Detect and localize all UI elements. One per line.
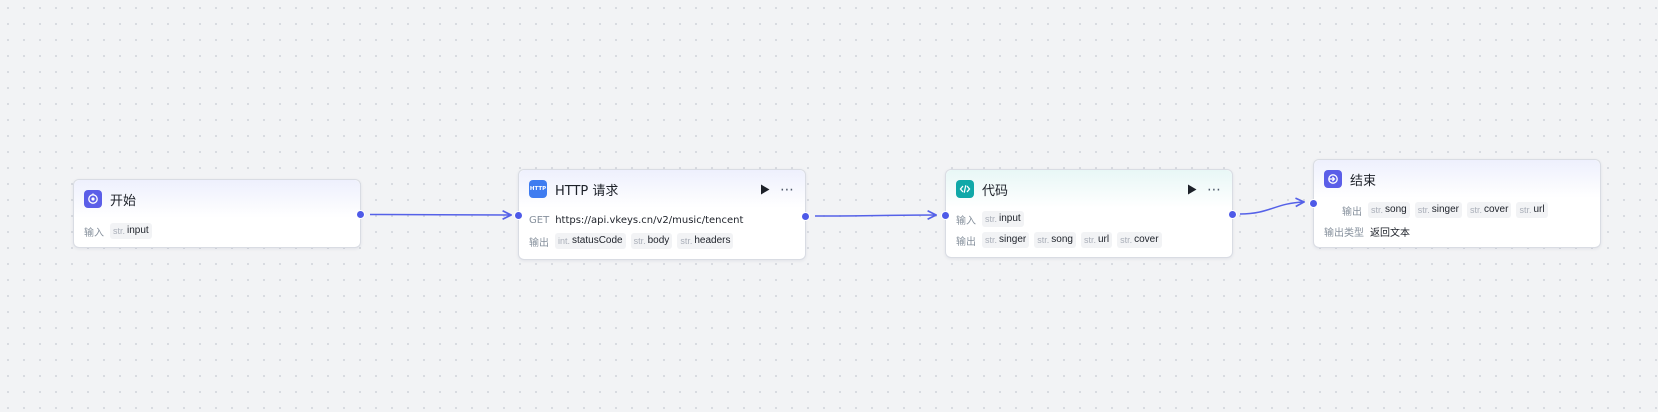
variable-type: str. [1469,205,1482,215]
play-icon[interactable] [760,184,770,195]
node-code-title: 代码 [982,183,1009,199]
variable-tag: str. song [1368,202,1410,218]
variable-tag: str. cover [1466,202,1512,218]
variable-name: headers [694,235,731,246]
edge-http-to-code[interactable] [814,215,936,216]
edge-start-to-http[interactable] [369,215,511,216]
output-label: 输出 [956,236,976,248]
variable-type: str. [1417,205,1430,215]
variable-name: input [999,213,1021,224]
variable-name: statusCode [572,235,623,246]
variable-tag: int. statusCode [555,233,626,249]
variable-type: str. [633,236,646,246]
variable-name: singer [999,234,1027,245]
node-start-title: 开始 [110,193,137,209]
code-input-handle[interactable] [941,211,950,220]
node-http[interactable]: HTTP HTTP 请求 ⋯ GET https://api.vkeys.cn/… [514,169,810,260]
variable-name: body [647,235,670,246]
input-label: 输入 [956,215,976,227]
variable-tag: str. cover [1117,232,1162,248]
node-code-actions: ⋯ [1187,182,1222,196]
node-code-output-row: 输出 str. singer str. song str. url str. c… [946,230,1232,250]
variable-name: cover [1483,204,1509,215]
variable-name: song [1051,234,1073,245]
node-start-input-row: 输入 str. input [74,221,360,241]
http-input-handle[interactable] [514,211,523,220]
variable-name: url [1533,204,1545,215]
node-end-title: 结束 [1350,173,1377,189]
node-end-header[interactable]: 结束 [1314,160,1600,198]
output-label: 输出 [1342,206,1362,218]
edge-code-to-end[interactable] [1239,202,1304,215]
node-code-input-row: 输入 str. input [946,209,1232,229]
variable-tag: str. singer [1414,202,1462,218]
variable-name: input [127,225,149,236]
variable-name: song [1385,204,1407,215]
code-icon [956,180,974,198]
node-end-output-type-row: 输出类型 返回文本 [1314,221,1600,241]
play-icon[interactable] [1187,184,1197,195]
variable-type: str. [113,226,126,236]
variable-name: singer [1431,204,1459,215]
end-icon [1324,170,1342,188]
node-code-header[interactable]: 代码 ⋯ [946,170,1232,208]
http-icon-text: HTTP [529,186,547,192]
variable-tag: str. input [982,211,1024,227]
variable-tag: str. url [1516,202,1548,218]
node-http-output-row: 输出 int. statusCode str. body str. header… [519,231,805,251]
output-label: 输出 [529,237,549,249]
node-http-actions: ⋯ [760,182,795,196]
code-output-handle[interactable] [1228,210,1237,219]
variable-type: str. [1371,205,1384,215]
more-icon[interactable]: ⋯ [780,182,795,196]
variable-name: cover [1134,234,1159,245]
start-output-handle[interactable] [356,210,365,219]
node-start-header[interactable]: 开始 [74,180,360,218]
http-output-handle[interactable] [801,212,810,221]
variable-type: str. [1519,205,1532,215]
node-http-url-row: GET https://api.vkeys.cn/v2/music/tencen… [519,210,805,230]
http-method: GET [529,214,550,226]
end-input-handle[interactable] [1309,199,1318,208]
variable-type: int. [558,236,571,246]
variable-type: str. [985,235,998,245]
variable-name: url [1097,234,1110,245]
variable-type: str. [985,214,998,224]
variable-type: str. [1083,235,1096,245]
http-url: https://api.vkeys.cn/v2/music/tencent [555,214,744,226]
variable-tag: str. input [110,223,152,239]
node-end[interactable]: 结束 输出 str. song str. singer str. cover s… [1309,159,1601,248]
node-http-title: HTTP 请求 [555,183,619,199]
start-icon [84,190,102,208]
node-end-output-row: 输出 str. song str. singer str. cover str.… [1314,200,1600,220]
variable-type: str. [680,236,693,246]
input-label: 输入 [84,227,104,239]
variable-tag: str. song [1034,232,1076,248]
variable-type: str. [1037,235,1050,245]
node-http-header[interactable]: HTTP HTTP 请求 ⋯ [519,170,805,208]
variable-tag: str. body [630,233,673,249]
output-type-value: 返回文本 [1370,227,1410,239]
variable-tag: str. headers [677,233,734,249]
output-type-label: 输出类型 [1324,227,1364,239]
node-code[interactable]: 代码 ⋯ 输入 str. input 输出 str. singer str. s… [941,169,1237,258]
variable-tag: str. singer [982,232,1030,248]
variable-tag: str. url [1080,232,1113,248]
http-icon: HTTP [529,180,547,198]
node-start[interactable]: 开始 输入 str. input [73,179,365,248]
variable-type: str. [1120,235,1133,245]
more-icon[interactable]: ⋯ [1207,182,1222,196]
